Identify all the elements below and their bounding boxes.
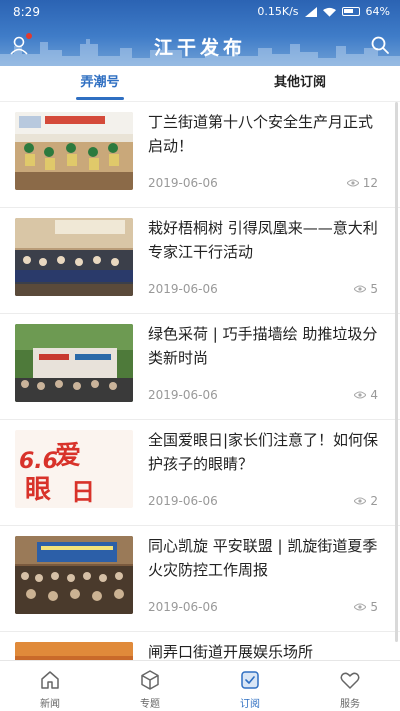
signal-icon [304, 6, 317, 17]
article-thumbnail [15, 324, 133, 402]
list-item[interactable]: 闸弄口街道开展娱乐场所 [0, 632, 400, 660]
article-thumbnail [15, 642, 133, 660]
article-title: 绿色采荷 | 巧手描墙绘 助推垃圾分类新时尚 [148, 325, 378, 367]
eye-icon [354, 497, 367, 505]
view-count-value: 4 [370, 388, 378, 402]
view-count-value: 5 [370, 600, 378, 614]
thumb-text-ri: 日 [71, 478, 95, 506]
view-count-value: 2 [370, 494, 378, 508]
status-indicators: 0.15K/s 64% [257, 5, 390, 18]
subscribe-icon [241, 671, 259, 689]
home-icon [41, 671, 59, 689]
bottom-navigation: 新闻 专题 订阅 服务 [0, 660, 400, 711]
eye-icon [354, 603, 367, 611]
tab-other-subscriptions[interactable]: 其他订阅 [200, 66, 400, 101]
article-date: 2019-06-06 [148, 600, 218, 614]
article-title: 闸弄口街道开展娱乐场所 [148, 643, 314, 660]
nav-services-label: 服务 [340, 699, 360, 710]
nav-services[interactable]: 服务 [300, 661, 400, 711]
nav-subscribe[interactable]: 订阅 [200, 661, 300, 711]
article-thumbnail [15, 536, 133, 614]
status-bar: 8:29 0.15K/s 64% [0, 0, 400, 24]
view-count: 5 [354, 282, 378, 296]
article-title: 同心凯旋 平安联盟 | 凯旋街道夏季火灾防控工作周报 [148, 537, 378, 579]
list-item[interactable]: 丁兰街道第十八个安全生产月正式启动！ 2019-06-06 12 [0, 102, 400, 208]
search-icon[interactable] [370, 35, 390, 55]
view-count: 12 [346, 176, 378, 190]
article-thumbnail [15, 218, 133, 296]
thumb-text-ai: 爱 [55, 441, 81, 471]
list-item[interactable]: 栽好梧桐树 引得凤凰来——意大利专家江干行活动 2019-06-06 5 [0, 208, 400, 314]
nav-topics-label: 专题 [140, 699, 160, 710]
thumb-text-yan: 眼 [25, 475, 51, 505]
list-item[interactable]: 6.6 爱 眼 日 全国爱眼日|家长们注意了！如何保护孩子的眼睛？ 2019-0… [0, 420, 400, 526]
article-title: 栽好梧桐树 引得凤凰来——意大利专家江干行活动 [148, 219, 378, 261]
cube-icon [141, 670, 159, 690]
status-time: 8:29 [13, 5, 40, 19]
eye-icon [346, 179, 359, 187]
wifi-icon [322, 7, 336, 17]
thumb-text-6-6: 6.6 [19, 449, 58, 474]
article-date: 2019-06-06 [148, 388, 218, 402]
view-count: 2 [354, 494, 378, 508]
article-date: 2019-06-06 [148, 282, 218, 296]
scrollbar[interactable] [395, 102, 398, 642]
view-count: 5 [354, 600, 378, 614]
nav-news-label: 新闻 [40, 699, 60, 710]
nav-subscribe-label: 订阅 [240, 699, 260, 710]
nav-news[interactable]: 新闻 [0, 661, 100, 711]
view-count-value: 12 [362, 176, 378, 190]
view-count: 4 [354, 388, 378, 402]
top-bar: 8:29 0.15K/s 64% 江干发布 [0, 0, 400, 66]
article-title: 全国爱眼日|家长们注意了！如何保护孩子的眼睛？ [148, 431, 379, 473]
list-item[interactable]: 同心凯旋 平安联盟 | 凯旋街道夏季火灾防控工作周报 2019-06-06 5 [0, 526, 400, 632]
article-thumbnail: 6.6 爱 眼 日 [15, 430, 133, 508]
app-screen: 8:29 0.15K/s 64% 江干发布 弄潮号 其他订阅 丁兰街道第十八个安… [0, 0, 400, 711]
article-title: 丁兰街道第十八个安全生产月正式启动！ [148, 113, 374, 155]
eye-icon [354, 285, 367, 293]
article-list: 丁兰街道第十八个安全生产月正式启动！ 2019-06-06 12 栽好梧桐树 引… [0, 102, 400, 660]
heart-icon [340, 672, 360, 689]
battery-icon [341, 7, 360, 16]
eye-icon [354, 391, 367, 399]
article-date: 2019-06-06 [148, 494, 218, 508]
battery-level: 64% [365, 5, 390, 18]
article-date: 2019-06-06 [148, 176, 218, 190]
network-speed: 0.15K/s [257, 5, 299, 18]
list-item[interactable]: 绿色采荷 | 巧手描墙绘 助推垃圾分类新时尚 2019-06-06 4 [0, 314, 400, 420]
page-title: 江干发布 [153, 37, 246, 59]
article-thumbnail [15, 112, 133, 190]
tab-nongchao[interactable]: 弄潮号 [0, 66, 200, 101]
nav-topics[interactable]: 专题 [100, 661, 200, 711]
view-count-value: 5 [370, 282, 378, 296]
subscription-tabs: 弄潮号 其他订阅 [0, 66, 400, 102]
